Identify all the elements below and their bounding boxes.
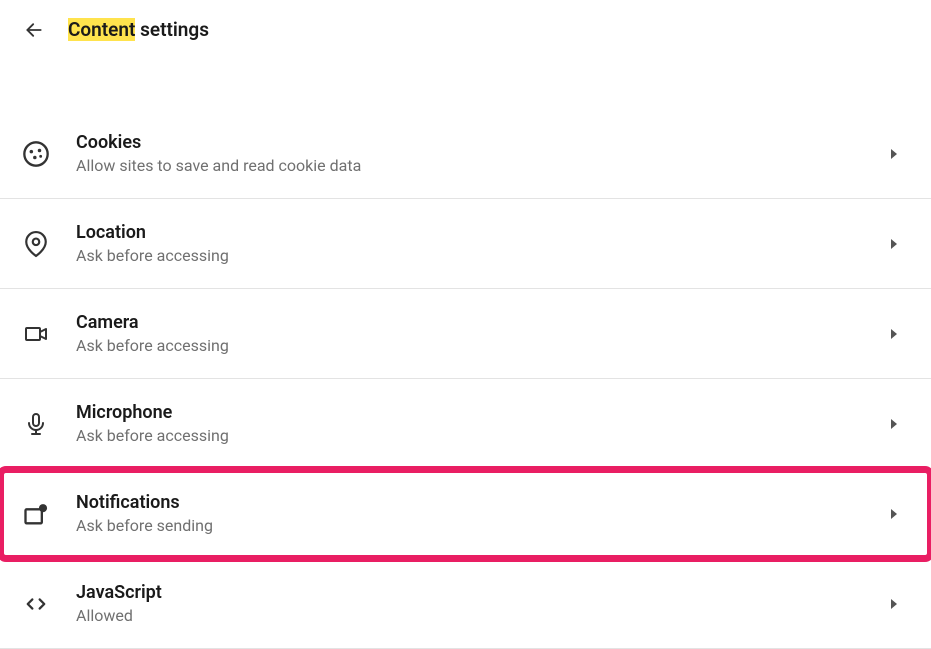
back-button[interactable]: [24, 20, 44, 40]
cookie-icon: [22, 140, 50, 168]
row-text: Notifications Ask before sending: [76, 492, 891, 535]
row-desc: Ask before accessing: [76, 246, 891, 265]
row-desc: Allow sites to save and read cookie data: [76, 156, 891, 175]
row-cookies[interactable]: Cookies Allow sites to save and read coo…: [0, 109, 931, 199]
notifications-icon: [22, 500, 50, 528]
row-title: JavaScript: [76, 582, 891, 603]
arrow-left-icon: [24, 20, 44, 40]
row-camera[interactable]: Camera Ask before accessing: [0, 289, 931, 379]
code-icon: [22, 590, 50, 618]
row-desc: Ask before accessing: [76, 336, 891, 355]
settings-list: Cookies Allow sites to save and read coo…: [0, 109, 931, 649]
chevron-right-icon: [891, 149, 897, 159]
row-desc: Ask before sending: [76, 516, 891, 535]
row-text: Cookies Allow sites to save and read coo…: [76, 132, 891, 175]
chevron-right-icon: [891, 239, 897, 249]
row-title: Cookies: [76, 132, 891, 153]
row-title: Location: [76, 222, 891, 243]
title-rest: settings: [135, 18, 209, 41]
row-text: Microphone Ask before accessing: [76, 402, 891, 445]
row-text: Location Ask before accessing: [76, 222, 891, 265]
chevron-right-icon: [891, 419, 897, 429]
title-highlight: Content: [68, 18, 135, 41]
chevron-right-icon: [891, 329, 897, 339]
camera-icon: [22, 320, 50, 348]
microphone-icon: [22, 410, 50, 438]
row-desc: Allowed: [76, 606, 891, 625]
row-javascript[interactable]: JavaScript Allowed: [0, 559, 931, 649]
page-title: Content settings: [68, 18, 209, 41]
location-pin-icon: [22, 230, 50, 258]
row-text: JavaScript Allowed: [76, 582, 891, 625]
row-title: Camera: [76, 312, 891, 333]
row-title: Microphone: [76, 402, 891, 423]
chevron-right-icon: [891, 599, 897, 609]
row-notifications[interactable]: Notifications Ask before sending: [0, 469, 931, 559]
row-desc: Ask before accessing: [76, 426, 891, 445]
header: Content settings: [0, 0, 931, 59]
row-text: Camera Ask before accessing: [76, 312, 891, 355]
row-title: Notifications: [76, 492, 891, 513]
row-location[interactable]: Location Ask before accessing: [0, 199, 931, 289]
row-microphone[interactable]: Microphone Ask before accessing: [0, 379, 931, 469]
chevron-right-icon: [891, 509, 897, 519]
